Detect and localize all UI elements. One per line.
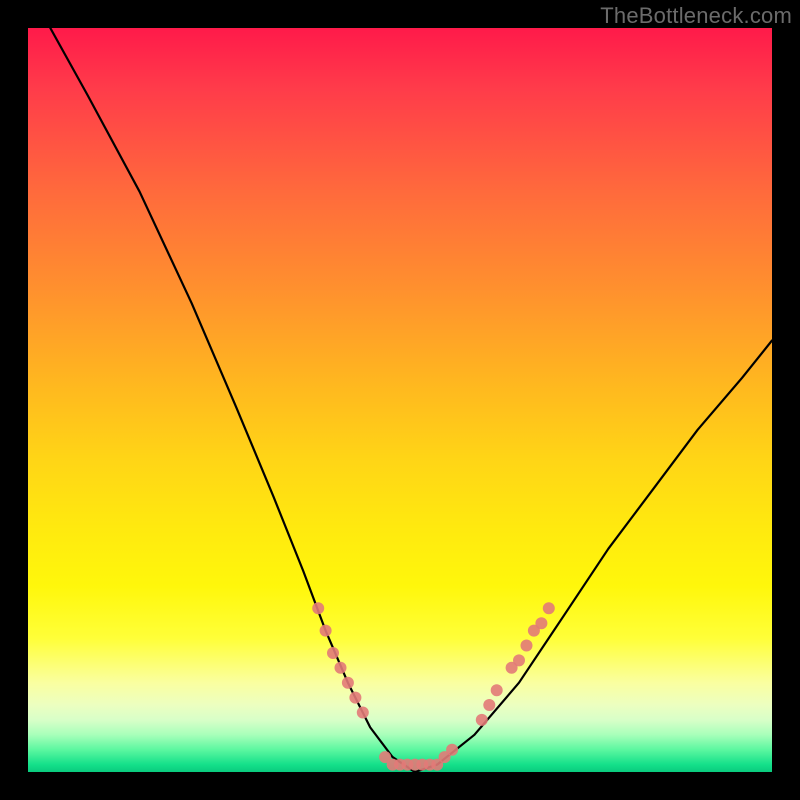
marker-point [320, 625, 332, 637]
marker-point [342, 677, 354, 689]
marker-point [513, 654, 525, 666]
marker-point [491, 684, 503, 696]
curve-line [50, 28, 772, 772]
marker-point [312, 602, 324, 614]
plot-area [28, 28, 772, 772]
marker-point [446, 744, 458, 756]
marker-point [476, 714, 488, 726]
marker-point [335, 662, 347, 674]
marker-point [535, 617, 547, 629]
data-markers [312, 602, 555, 770]
watermark-label: TheBottleneck.com [600, 3, 792, 29]
marker-point [349, 692, 361, 704]
chart-frame: TheBottleneck.com [0, 0, 800, 800]
series-bottleneck-curve [50, 28, 772, 772]
marker-point [483, 699, 495, 711]
marker-point [543, 602, 555, 614]
marker-point [521, 640, 533, 652]
marker-point [327, 647, 339, 659]
marker-point [357, 707, 369, 719]
chart-svg [28, 28, 772, 772]
